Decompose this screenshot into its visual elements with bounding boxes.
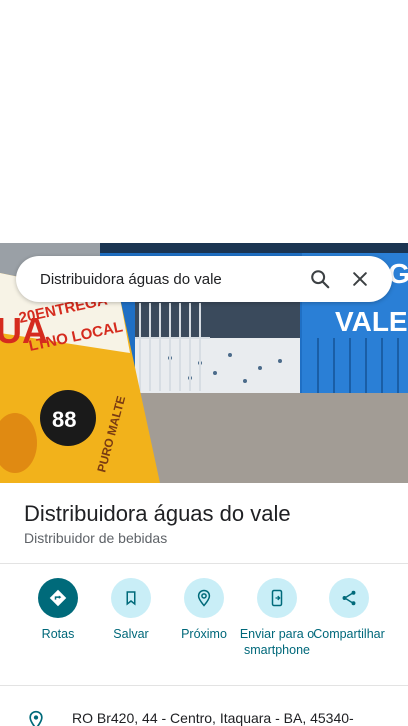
share-button[interactable]: Compartilhar — [311, 578, 387, 642]
action-bar: Rotas Salvar Próximo Enviar para o smart… — [0, 578, 408, 678]
wall-text-2: VALE — [335, 306, 408, 337]
banner-text-big: UA — [0, 310, 48, 351]
save-label: Salvar — [113, 627, 149, 641]
search-button[interactable] — [300, 259, 340, 299]
search-input[interactable]: Distribuidora águas do vale — [40, 271, 300, 288]
share-icon — [329, 578, 369, 618]
bookmark-icon — [111, 578, 151, 618]
search-bar[interactable]: Distribuidora águas do vale — [16, 256, 392, 302]
nearby-icon — [184, 578, 224, 618]
place-header: Distribuidora águas do vale Distribuidor… — [24, 500, 394, 547]
send-to-phone-label: Enviar para o smartphone — [239, 627, 315, 657]
banner-price: 88 — [52, 407, 76, 432]
send-to-phone-icon — [257, 578, 297, 618]
close-icon — [353, 272, 367, 286]
blank-area — [0, 0, 408, 243]
location-pin-icon — [29, 710, 43, 726]
search-icon — [311, 270, 330, 289]
place-title: Distribuidora águas do vale — [24, 501, 291, 526]
place-category: Distribuidor de bebidas — [24, 530, 168, 546]
clear-search-button[interactable] — [340, 259, 380, 299]
divider — [0, 685, 408, 686]
nearby-button[interactable]: Próximo — [166, 578, 242, 642]
directions-button[interactable]: Rotas — [20, 578, 96, 642]
share-label: Compartilhar — [313, 627, 385, 641]
address-text: RO Br420, 44 - Centro, Itaquara - BA, 45… — [72, 710, 354, 726]
address-row[interactable]: RO Br420, 44 - Centro, Itaquara - BA, 45… — [0, 700, 408, 726]
save-button[interactable]: Salvar — [93, 578, 169, 642]
send-to-phone-button[interactable]: Enviar para o smartphone — [239, 578, 315, 658]
directions-label: Rotas — [41, 627, 75, 641]
directions-icon — [38, 578, 78, 618]
divider — [0, 563, 408, 564]
nearby-label: Próximo — [181, 627, 227, 641]
